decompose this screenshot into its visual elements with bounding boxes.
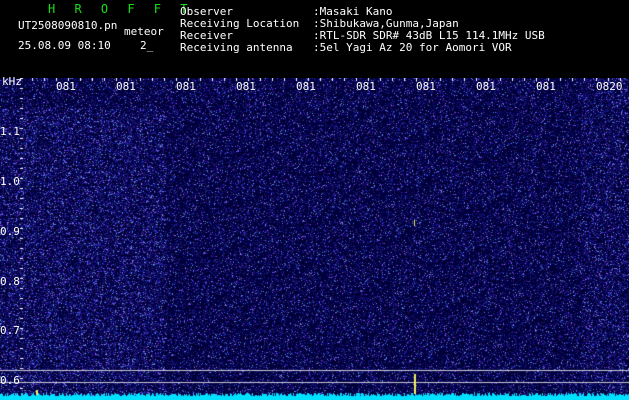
duration-label: 2_ bbox=[140, 39, 154, 52]
spectrogram-plot bbox=[0, 78, 629, 400]
antenna-value: :5el Yagi Az 20 for Aomori VOR bbox=[313, 41, 512, 54]
x-tick: 081 bbox=[356, 80, 376, 93]
y-tick: 0.8 bbox=[0, 275, 20, 288]
y-tick: 0.9 bbox=[0, 225, 20, 238]
x-tick: 081 bbox=[116, 80, 136, 93]
meteor-tag: meteor bbox=[124, 25, 164, 38]
y-tick: 0.6 bbox=[0, 374, 20, 387]
x-tick: 081 bbox=[416, 80, 436, 93]
datetime-label: 25.08.09 08:10 bbox=[18, 39, 111, 52]
app-brand: H R O F F T bbox=[48, 2, 194, 16]
y-tick: 1.0 bbox=[0, 175, 20, 188]
x-tick: 081 bbox=[296, 80, 316, 93]
header-panel: H R O F F T UT2508090810.pn meteor 25.08… bbox=[0, 0, 629, 78]
antenna-label: Receiving antenna bbox=[180, 41, 293, 54]
x-tick: 0820 bbox=[596, 80, 623, 93]
x-tick: 081 bbox=[56, 80, 76, 93]
y-tick: 0.7 bbox=[0, 324, 20, 337]
x-tick: 081 bbox=[236, 80, 256, 93]
x-tick: 081 bbox=[476, 80, 496, 93]
x-tick: 081 bbox=[176, 80, 196, 93]
y-tick: 1.1 bbox=[0, 125, 20, 138]
unit-label: kHz bbox=[2, 75, 22, 88]
x-tick: 081 bbox=[536, 80, 556, 93]
filename-label: UT2508090810.pn bbox=[18, 19, 118, 32]
